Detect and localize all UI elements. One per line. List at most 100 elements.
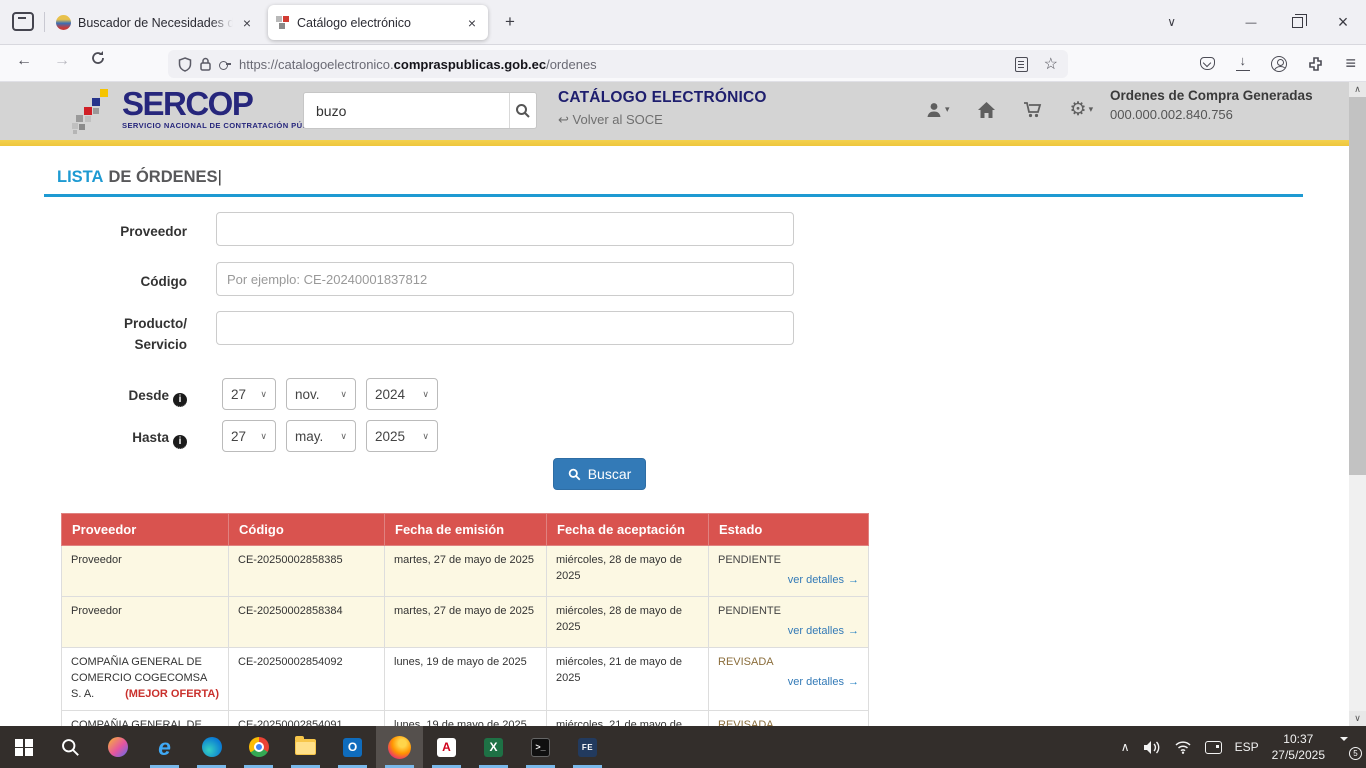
page-scrollbar[interactable]: ∧ ∨ [1349,82,1366,726]
taskbar-search-button[interactable] [47,726,94,768]
shield-icon[interactable] [178,57,192,72]
pocket-icon[interactable] [1200,57,1215,70]
cell-codigo: CE-20250002858385 [229,546,385,597]
scroll-up-icon[interactable]: ∧ [1349,82,1366,97]
user-menu-button[interactable]: ▾ [925,101,950,119]
file-explorer-button[interactable] [282,726,329,768]
ver-detalles-link[interactable]: ver detalles [788,625,844,637]
notification-count-badge: 5 [1349,747,1362,760]
reader-mode-icon[interactable] [1015,57,1028,72]
volume-icon[interactable] [1143,740,1161,755]
home-button[interactable] [977,101,996,119]
chevron-down-icon: ∨ [340,389,347,400]
extensions-puzzle-icon[interactable] [1308,56,1324,72]
ver-detalles-link[interactable]: ver detalles [788,574,844,586]
page-content: LISTADE ÓRDENES| Proveedor Código Produc… [0,146,1349,726]
ecuador-crest-favicon [56,15,71,30]
scroll-down-icon[interactable]: ∨ [1349,711,1366,726]
orders-generated-number: 000.000.002.840.756 [1110,107,1340,122]
lock-icon[interactable] [200,57,211,71]
tab-close-icon[interactable]: × [464,15,480,31]
terminal-icon: >_ [531,738,550,757]
chevron-down-icon: ▾ [1089,104,1094,115]
chevron-down-icon: ∨ [340,431,347,442]
page-title: LISTADE ÓRDENES| [57,168,222,187]
hasta-year-select[interactable]: 2025∨ [366,420,438,452]
hasta-month-select[interactable]: may.∨ [286,420,356,452]
chrome-button[interactable] [235,726,282,768]
cell-proveedor: COMPAÑIA GENERAL DE COMERCIO COGECOMSA S… [62,647,229,710]
logo-tagline: SERVICIO NACIONAL DE CONTRATACIÓN PÚBLIC… [122,121,328,130]
list-all-tabs-icon[interactable]: ∨ [1167,15,1176,29]
codigo-input[interactable] [216,262,794,296]
outlook-button[interactable]: O [329,726,376,768]
downloads-icon[interactable] [1236,56,1250,71]
status-badge: PENDIENTE [718,553,859,569]
maximize-button[interactable] [1274,15,1320,31]
settings-menu-button[interactable]: ⚙ ▾ [1070,98,1094,121]
notifications-button[interactable]: 5 [1338,738,1358,756]
firefox-button[interactable] [376,726,423,768]
start-button[interactable] [0,726,47,768]
internet-explorer-icon: e [158,736,171,759]
taskbar-clock[interactable]: 10:37 27/5/2025 [1272,731,1325,763]
cart-button[interactable] [1023,101,1043,119]
fe-app-button[interactable]: FE [564,726,611,768]
account-icon[interactable] [1271,56,1287,72]
sercop-pixel-mosaic [72,87,116,135]
status-badge: PENDIENTE [718,604,859,620]
hasta-day-select[interactable]: 27∨ [222,420,276,452]
clock-time: 10:37 [1272,731,1325,747]
desde-month-select[interactable]: nov.∨ [286,378,356,410]
scrollbar-thumb[interactable] [1349,97,1366,475]
catalog-search-input[interactable] [304,103,509,119]
new-tab-button[interactable]: + [505,12,515,32]
copilot-button[interactable] [94,726,141,768]
producto-servicio-input[interactable] [216,311,794,345]
chevron-down-icon: ∨ [260,389,267,400]
proveedor-input[interactable] [216,212,794,246]
acrobat-button[interactable]: A [423,726,470,768]
sercop-logo[interactable]: SERCOP SERVICIO NACIONAL DE CONTRATACIÓN… [72,87,328,135]
tab-close-icon[interactable]: × [239,15,255,31]
info-icon[interactable]: i [173,393,187,407]
wifi-icon[interactable] [1174,740,1192,754]
close-window-button[interactable]: × [1320,12,1366,33]
remote-session-icon[interactable] [1205,741,1222,754]
url-text[interactable]: https://catalogoelectronico.compraspubli… [239,57,597,72]
buscar-button[interactable]: Buscar [553,458,646,490]
ver-detalles-link[interactable]: ver detalles [788,676,844,688]
info-icon[interactable]: i [173,435,187,449]
cell-aceptacion: miércoles, 28 de mayo de 2025 [547,546,709,597]
reload-icon[interactable] [90,50,106,66]
desde-label: Desdei [44,386,187,407]
volver-soce-link[interactable]: ↩ Volver al SOCE [558,112,767,128]
search-icon [61,738,80,757]
cell-codigo: CE-20250002858384 [229,596,385,647]
status-badge: REVISADA [718,718,859,726]
tray-expand-icon[interactable]: ∧ [1121,740,1130,754]
desde-year-select[interactable]: 2024∨ [366,378,438,410]
catalog-search-box [303,92,537,129]
fe-app-icon: FE [578,738,597,757]
tab-catalogo-electronico[interactable]: Catálogo electrónico × [268,5,488,40]
table-row: COMPAÑIA GENERAL DE COMERCIO COGECOMSA S… [62,710,869,726]
edge-button[interactable] [188,726,235,768]
permissions-key-icon[interactable] [219,61,231,68]
col-fecha-aceptacion: Fecha de aceptación [547,514,709,546]
firefox-view-icon[interactable] [12,12,34,31]
tab-buscador-necesidades[interactable]: Buscador de Necesidades de Co × [48,5,263,40]
table-row: Proveedor CE-20250002858384 martes, 27 d… [62,596,869,647]
terminal-button[interactable]: >_ [517,726,564,768]
internet-explorer-button[interactable]: e [141,726,188,768]
excel-button[interactable]: X [470,726,517,768]
minimize-button[interactable]: — [1228,17,1274,29]
catalog-search-button[interactable] [509,93,536,128]
language-indicator[interactable]: ESP [1235,740,1259,754]
url-bar[interactable]: https://catalogoelectronico.compraspubli… [168,50,1068,78]
back-button[interactable]: ← [16,52,32,70]
desde-day-select[interactable]: 27∨ [222,378,276,410]
menu-hamburger-icon[interactable]: ≡ [1345,53,1356,74]
bookmark-star-icon[interactable]: ☆ [1044,54,1058,74]
outlook-icon: O [343,738,362,757]
